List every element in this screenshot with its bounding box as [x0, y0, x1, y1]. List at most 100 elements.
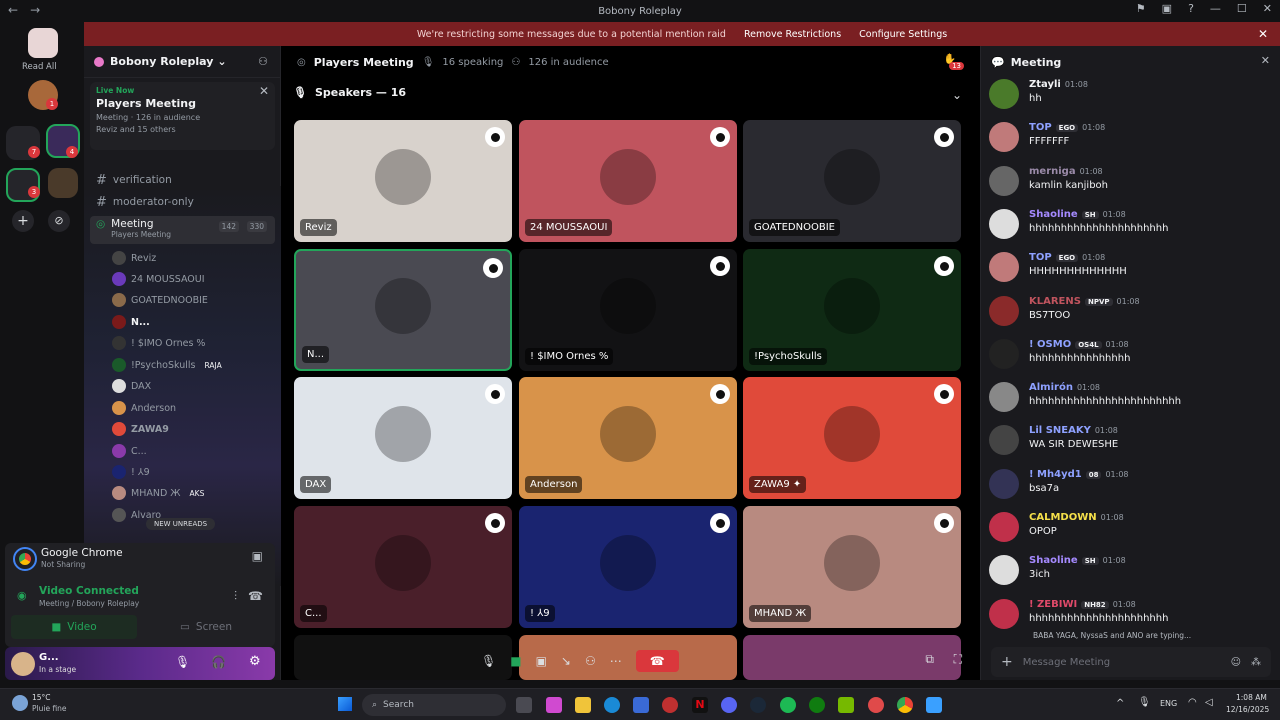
voice-member[interactable]: Anderson: [112, 399, 272, 417]
netflix-icon[interactable]: N: [692, 697, 708, 713]
store-icon[interactable]: [633, 697, 649, 713]
popout-icon[interactable]: ⧉: [925, 652, 934, 667]
message-username[interactable]: ! Mh4yd1: [1029, 469, 1082, 480]
speaker-tile[interactable]: GOATEDNOOBIE: [743, 120, 961, 242]
close-banner-icon[interactable]: ✕: [1258, 27, 1268, 41]
maximize-icon[interactable]: ☐: [1237, 2, 1247, 15]
avatar[interactable]: [989, 122, 1019, 153]
message-username[interactable]: KLARENS: [1029, 296, 1081, 307]
speaker-tile[interactable]: MHAND Ж: [743, 506, 961, 628]
screen-button[interactable]: ▭ Screen: [143, 615, 269, 639]
inbox-icon[interactable]: ⚑: [1136, 2, 1146, 15]
share-screen-icon[interactable]: ▣: [536, 654, 547, 668]
avatar[interactable]: [989, 295, 1019, 326]
weather-icon[interactable]: [12, 695, 28, 711]
voice-member[interactable]: ! ⅄9: [112, 463, 272, 481]
disconnect-icon[interactable]: ☎: [248, 589, 263, 603]
explore-icon[interactable]: ⊘: [48, 210, 70, 232]
voice-member[interactable]: !PsychoSkulls RAJA: [112, 356, 272, 374]
mic-icon[interactable]: 🎙: [1138, 697, 1151, 708]
avatar[interactable]: [989, 382, 1019, 413]
waveform-icon[interactable]: ⫶: [234, 589, 237, 604]
avatar[interactable]: [989, 425, 1019, 456]
search-box[interactable]: ⌕ Search: [362, 694, 506, 716]
speaker-tile[interactable]: Anderson: [519, 377, 737, 499]
configure-settings-link[interactable]: Configure Settings: [859, 29, 947, 40]
speaker-tile[interactable]: ! $IMO Ornes %: [519, 249, 737, 371]
app-icon[interactable]: [662, 697, 678, 713]
back-icon[interactable]: ←: [8, 3, 18, 17]
avatar[interactable]: [11, 652, 35, 676]
voice-member[interactable]: DAX: [112, 377, 272, 395]
avatar[interactable]: [989, 468, 1019, 499]
volume-icon[interactable]: ◁: [1205, 697, 1213, 708]
message-input[interactable]: + Message Meeting ☺ ⁂: [991, 647, 1271, 677]
avatar[interactable]: [989, 208, 1019, 239]
speaker-tile[interactable]: ! ⅄9: [519, 506, 737, 628]
app-icon[interactable]: [868, 697, 884, 713]
avatar[interactable]: [989, 252, 1019, 283]
clock-time[interactable]: 1:08 AM: [1236, 693, 1267, 702]
app-icon[interactable]: [926, 697, 942, 713]
steam-icon[interactable]: [750, 697, 766, 713]
voice-member[interactable]: N...: [112, 313, 272, 331]
apps-icon[interactable]: ⁂: [1251, 657, 1261, 668]
speaker-tile[interactable]: C...: [294, 506, 512, 628]
message-username[interactable]: Almirón: [1029, 382, 1073, 393]
message-username[interactable]: ! ZEBIWI: [1029, 599, 1077, 610]
move-to-audience-icon[interactable]: ↘: [561, 654, 571, 668]
message-username[interactable]: merniga: [1029, 166, 1076, 177]
voice-member[interactable]: Reviz: [112, 249, 272, 267]
chevron-down-icon[interactable]: ⌄: [952, 88, 962, 102]
channel-moderator-only[interactable]: # moderator-only: [90, 192, 275, 212]
voice-member[interactable]: ! $IMO Ornes %: [112, 334, 272, 352]
app-icon[interactable]: [546, 697, 562, 713]
speaker-tile[interactable]: DAX: [294, 377, 512, 499]
server-header[interactable]: Bobony Roleplay ⌄ ⚇: [84, 46, 280, 78]
mic-icon[interactable]: 🎙: [175, 655, 190, 669]
chevron-up-icon[interactable]: ^: [1116, 698, 1124, 709]
avatar[interactable]: [989, 79, 1019, 109]
new-unreads-pill[interactable]: NEW UNREADS: [146, 518, 216, 530]
edge-icon[interactable]: [604, 697, 620, 713]
speaker-tile[interactable]: ZAWA9 ✦: [743, 377, 961, 499]
fullscreen-icon[interactable]: ⛶: [954, 652, 962, 667]
server-folder[interactable]: [48, 168, 78, 198]
monitor-icon[interactable]: ▣: [1162, 2, 1172, 15]
chrome-icon[interactable]: [897, 697, 913, 713]
message-username[interactable]: CALMDOWN: [1029, 512, 1097, 523]
message-username[interactable]: TOP: [1029, 252, 1052, 263]
nvidia-icon[interactable]: [838, 697, 854, 713]
voice-member[interactable]: MHAND Ж AKS: [112, 484, 272, 502]
close-icon[interactable]: ✕: [259, 84, 269, 98]
more-icon[interactable]: ⋯: [610, 654, 622, 668]
close-icon[interactable]: ✕: [1263, 2, 1272, 15]
xbox-icon[interactable]: [809, 697, 825, 713]
avatar[interactable]: [989, 165, 1019, 196]
help-icon[interactable]: ?: [1188, 2, 1194, 15]
speakers-header[interactable]: 🎙 Speakers — 16: [293, 86, 406, 99]
camera-icon[interactable]: ■: [510, 654, 521, 668]
avatar[interactable]: [989, 598, 1019, 629]
voice-status[interactable]: Video Connected: [39, 585, 139, 597]
language-indicator[interactable]: ENG: [1160, 699, 1177, 708]
voice-member[interactable]: GOATEDNOOBIE: [112, 291, 272, 309]
speaker-tile[interactable]: !PsychoSkulls: [743, 249, 961, 371]
avatar[interactable]: [989, 512, 1019, 542]
wifi-icon[interactable]: ◠: [1188, 697, 1197, 708]
message-username[interactable]: TOP: [1029, 122, 1052, 133]
close-icon[interactable]: ✕: [1261, 54, 1270, 67]
forward-icon[interactable]: →: [30, 3, 40, 17]
message-username[interactable]: Ztayli: [1029, 79, 1061, 90]
task-view-icon[interactable]: [516, 697, 532, 713]
headphones-icon[interactable]: 🎧: [211, 655, 226, 669]
live-stage-card[interactable]: Live Now Players Meeting Meeting · 126 i…: [90, 82, 275, 150]
clock-date[interactable]: 12/16/2025: [1226, 705, 1269, 714]
settings-icon[interactable]: ⚙: [249, 654, 261, 669]
speaker-tile[interactable]: 24 MOUSSAOUI: [519, 120, 737, 242]
message-username[interactable]: Shaoline: [1029, 209, 1078, 220]
spotify-icon[interactable]: [780, 697, 796, 713]
invite-icon[interactable]: ⚇: [585, 654, 596, 668]
discord-icon[interactable]: [721, 697, 737, 713]
channel-meeting[interactable]: ◎ Meeting Players Meeting 142 330: [90, 216, 275, 244]
